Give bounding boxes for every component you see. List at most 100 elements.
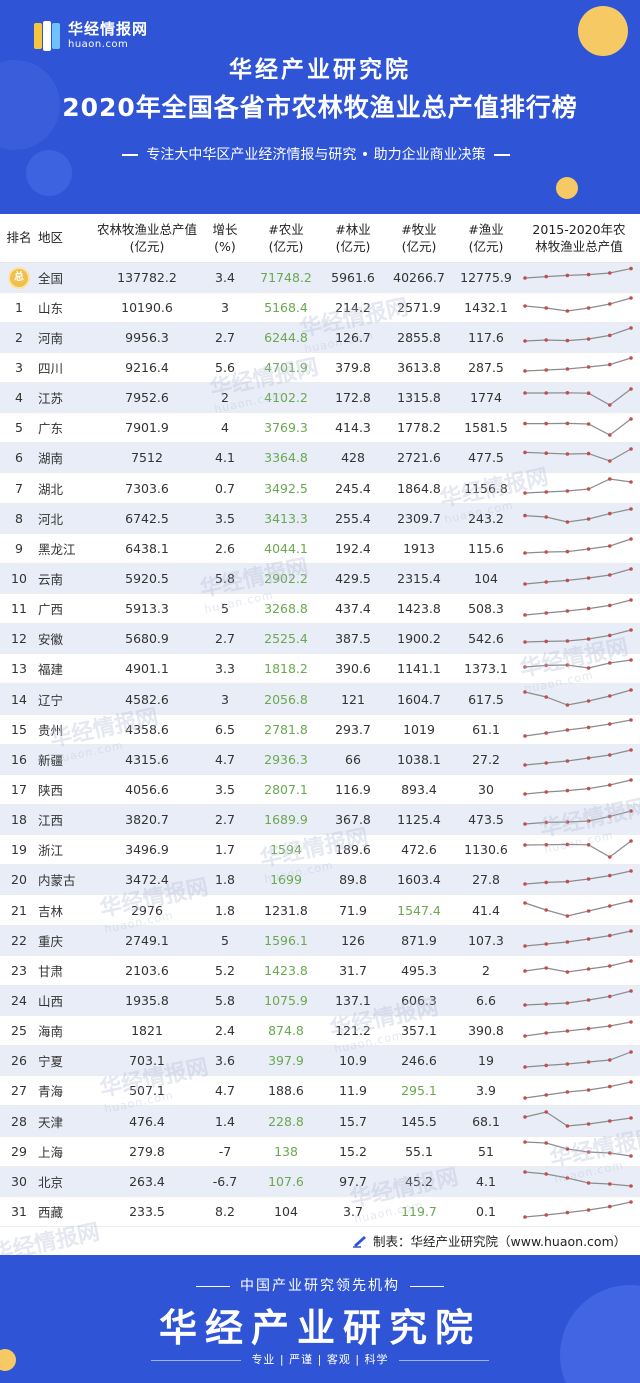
forest-cell: 293.7 [322, 714, 384, 745]
animal-cell: 472.6 [384, 834, 454, 866]
sparkline-point [544, 880, 548, 885]
sparkline-point [608, 873, 612, 878]
sparkline-point [586, 1150, 591, 1154]
sparkline-point [565, 842, 570, 846]
sparkline-point [629, 627, 633, 632]
fish-cell: 30 [454, 774, 518, 806]
sparkline-point [544, 820, 548, 824]
sparkline-point [544, 761, 548, 766]
agri-cell: 1818.2 [250, 653, 322, 685]
total-cell: 4358.6 [94, 714, 200, 745]
sparkline-line [524, 870, 632, 885]
sparkline-point [586, 365, 591, 370]
sparkline [523, 447, 633, 463]
table-row: 31 西藏 233.5 8.2 104 3.7 119.7 0.1 [0, 1196, 640, 1228]
col-fish: #渔业 (亿元) [454, 214, 518, 263]
growth-cell: -7 [200, 1136, 250, 1167]
rank-cell: 28 [0, 1105, 38, 1137]
sparkline-point [544, 1030, 548, 1035]
sparkline-point [544, 451, 548, 455]
sparkline-point [608, 302, 612, 307]
sparkline-line [524, 659, 632, 669]
sparkline-point [586, 1088, 591, 1092]
sparkline-point [586, 787, 591, 791]
agri-cell: 2056.8 [250, 683, 322, 715]
sparkline-point [608, 477, 612, 481]
rank-cell: 11 [0, 593, 38, 625]
agri-cell: 3769.3 [250, 412, 322, 444]
sparkline-point [544, 908, 548, 912]
total-cell: 703.1 [94, 1045, 200, 1077]
total-cell: 137782.2 [94, 262, 200, 293]
forest-cell: 387.5 [322, 623, 384, 655]
forest-cell: 89.8 [322, 864, 384, 896]
sparkline [523, 838, 633, 859]
footer-tagline: 中国产业研究领先机构 [0, 1275, 640, 1295]
sparkline-point [565, 1176, 570, 1181]
fish-cell: 287.5 [454, 352, 518, 384]
sparkline-point [629, 1080, 633, 1084]
forest-cell: 192.4 [322, 533, 384, 564]
animal-cell: 1864.8 [384, 472, 454, 504]
table-row: 16 新疆 4315.6 4.7 2936.3 66 1038.1 27.2 [0, 744, 640, 775]
logo[interactable]: 华经情报网 huaon.com [34, 18, 148, 54]
col-total: 农林牧渔业总产值 (亿元) [94, 214, 200, 263]
logo-domain: huaon.com [68, 39, 129, 50]
agri-cell: 3364.8 [250, 442, 322, 474]
subtitle: 专注大中华区产业经济情报与研究 • 助力企业商业决策 [88, 144, 544, 164]
growth-cell: 2.7 [200, 804, 250, 836]
sparkline-point [629, 869, 633, 873]
rank-cell: 16 [0, 744, 38, 775]
animal-cell: 1547.4 [384, 894, 454, 926]
sparkline-point [586, 699, 591, 703]
total-cell: 5680.9 [94, 623, 200, 655]
total-cell: 6438.1 [94, 533, 200, 564]
agri-cell: 1231.8 [250, 894, 322, 926]
sparkline-point [565, 1001, 570, 1006]
growth-cell: 5.8 [200, 985, 250, 1017]
sparkline-point [608, 933, 612, 938]
growth-cell: 4 [200, 412, 250, 444]
growth-cell: 2.7 [200, 623, 250, 655]
rank-cell: 总 [0, 262, 38, 293]
sparkline [523, 567, 633, 587]
fish-cell: 61.1 [454, 714, 518, 745]
sparkline-point [565, 1124, 570, 1128]
sparkline-point [608, 271, 612, 275]
sparkline-point [629, 1154, 633, 1158]
sparkline-point [523, 734, 527, 738]
sparkline [523, 778, 633, 797]
fish-cell: 542.6 [454, 623, 518, 655]
sparkline-point [608, 854, 612, 859]
sparkline [523, 1049, 633, 1069]
sparkline-point [629, 1184, 633, 1189]
sparkline-point [629, 266, 633, 271]
region-cell: 江西 [38, 804, 94, 836]
sparkline-point [586, 517, 591, 521]
growth-cell: 3.6 [200, 1045, 250, 1077]
total-cell: 7952.6 [94, 382, 200, 414]
region-cell: 新疆 [38, 744, 94, 775]
total-cell: 5913.3 [94, 593, 200, 625]
agri-cell: 3492.5 [250, 472, 322, 504]
agri-cell: 1689.9 [250, 804, 322, 836]
total-cell: 4901.1 [94, 653, 200, 685]
forest-cell: 245.4 [322, 472, 384, 504]
sparkline [523, 899, 633, 918]
growth-cell: 4.7 [200, 1075, 250, 1107]
trend-cell [518, 563, 640, 595]
growth-cell: 1.4 [200, 1105, 250, 1137]
forest-cell: 437.4 [322, 593, 384, 625]
table-row: 22 重庆 2749.1 5 1596.1 126 871.9 107.3 [0, 925, 640, 956]
col-animal: #牧业 (亿元) [384, 214, 454, 263]
sparkline-point [586, 487, 591, 491]
sparkline-line [524, 357, 632, 373]
forest-cell: 414.3 [322, 412, 384, 444]
fish-cell: 41.4 [454, 894, 518, 926]
region-cell: 江苏 [38, 382, 94, 414]
sparkline-point [629, 748, 633, 753]
sparkline-line [524, 1171, 632, 1187]
total-cell: 507.1 [94, 1075, 200, 1107]
sparkline-point [565, 970, 570, 975]
total-cell: 279.8 [94, 1136, 200, 1167]
